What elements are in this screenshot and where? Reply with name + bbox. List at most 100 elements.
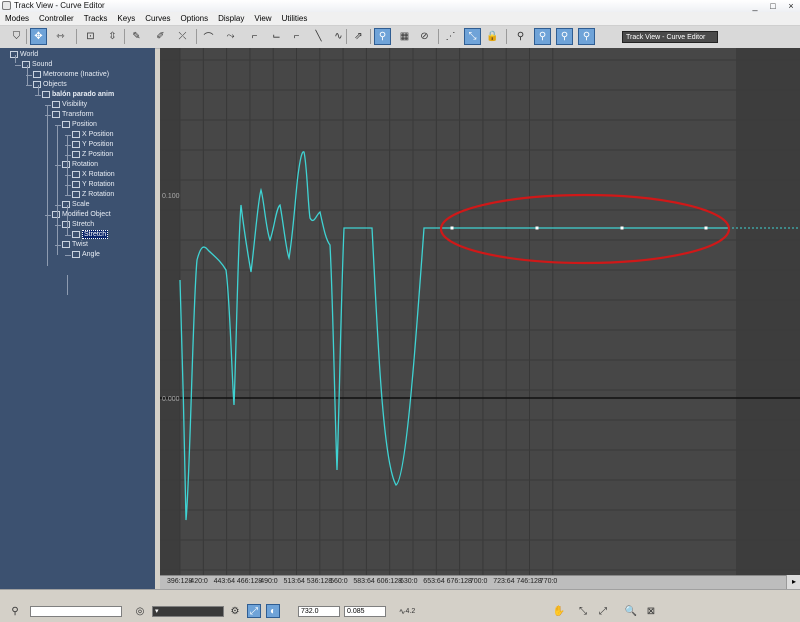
tree-item[interactable]: Twist [62,240,88,250]
ruler-tick-label: 443:64 [213,578,236,585]
menu-view[interactable]: View [249,12,276,25]
tree-item[interactable]: Z Rotation [72,190,114,200]
slide-keys-icon[interactable]: ⇿ [52,28,69,45]
zoom-horizontal-extents-icon[interactable]: ⤡ [576,604,590,618]
tree-item[interactable]: Z Position [72,150,113,160]
lock-tangents-icon[interactable]: 🔒 [484,28,501,45]
show-all-tangents-icon[interactable]: ⤡ [464,28,481,45]
track-icon [52,100,60,108]
close-button[interactable]: × [782,0,800,12]
maximize-button[interactable]: □ [764,0,782,12]
tree-item[interactable]: Modified Object [52,210,111,220]
filter-icon[interactable]: ⛉ [8,28,25,45]
lock-selection-icon[interactable]: ⊘ [416,28,433,45]
menu-utilities[interactable]: Utilities [277,12,313,25]
menu-display[interactable]: Display [213,12,249,25]
minimize-button[interactable]: _ [746,0,764,12]
toolbar-separator [506,29,507,44]
zoom-value-icon[interactable]: ∿ 4.2 [396,604,418,618]
menu-tracks[interactable]: Tracks [79,12,113,25]
scale-values-icon[interactable]: ⇳ [104,28,121,45]
tangent-smooth-icon[interactable]: ∿ [330,28,347,45]
parameter-out-of-range-icon[interactable]: ⇗ [350,28,367,45]
selection-dropdown[interactable]: ▾ [152,606,224,617]
value-field[interactable]: 0.085 [344,606,386,617]
reduce-keys-icon[interactable]: ⤫ [174,28,191,45]
ruler-tick-label: 653:64 [423,578,445,585]
zoom-value-extents-icon[interactable]: ⤢ [596,604,610,618]
menu-keys[interactable]: Keys [112,12,140,25]
add-keys-icon[interactable]: ✎ [128,28,145,45]
tangent-slow-icon[interactable]: ⌙ [268,28,285,45]
ruler-tick-label: 606:128 [376,578,402,585]
ruler-tick-label: 490:0 [260,578,278,585]
tree-connector [65,175,71,176]
tree-item-label: Rotation [72,161,99,168]
tree-item[interactable]: Metronome (Inactive) [33,70,109,80]
tree-connector [45,215,51,216]
zoom-region-icon[interactable]: ⊠ [644,604,658,618]
show-curve-icon[interactable]: ◐ [266,604,280,618]
track-view-name-field[interactable]: Track View - Curve Editor [622,31,718,43]
tree-connector [65,235,71,236]
move-keys-icon[interactable]: ✥ [30,28,47,45]
track-icon [72,180,80,188]
track-icon [62,220,70,228]
pan-icon[interactable]: ✋ [552,604,566,618]
tree-item-label: Stretch [82,230,109,239]
menu-curves[interactable]: Curves [140,12,175,25]
tree-item[interactable]: Y Position [72,140,113,150]
curve-canvas[interactable]: 0.100 0.000 [160,48,800,575]
ruler-scroll-right[interactable]: ▸ [786,575,800,589]
tangent-step-icon[interactable]: ⌐ [288,28,305,45]
snap-icon[interactable]: ⚙ [228,604,242,618]
menu-modes[interactable]: Modes [0,12,34,25]
draw-curves-icon[interactable]: ✐ [152,28,169,45]
toolbar-separator [26,29,27,44]
scale-keys-icon[interactable]: ⊡ [82,28,99,45]
tree-connector [38,85,39,95]
tree-item[interactable]: Y Rotation [72,180,115,190]
tree-item[interactable]: Transform [52,110,94,120]
tree-item[interactable]: balón parado anim [42,90,114,100]
tree-connector [35,95,41,96]
tree-connector [67,205,68,235]
tangent-custom-icon[interactable]: ⤳ [222,28,239,45]
biped-icon-3[interactable]: ⚲ [556,28,573,45]
tangent-auto-icon[interactable]: ⌒ [200,28,217,45]
tree-item[interactable]: Stretch [72,230,109,240]
time-ruler[interactable]: 396:128 420:0 443:64 466:128 490:0 513:64 536:… [160,575,786,590]
track-icon [10,50,18,58]
tree-item-label: Z Position [82,151,114,158]
track-icon [33,80,41,88]
biped-icon-1[interactable]: ⚲ [512,28,529,45]
zoom-icon[interactable]: 🔍 [624,604,638,618]
track-search-field[interactable] [30,606,122,617]
y-label-zero: 0.000 [162,396,180,403]
tree-item[interactable]: Angle [72,250,100,260]
inactive-range-right [736,48,800,575]
snap-frames-icon[interactable]: ⋰ [442,28,459,45]
isolate-icon[interactable]: ◎ [133,604,147,618]
show-keyable-icon[interactable]: ⚲ [374,28,391,45]
track-icon [52,110,60,118]
tree-item[interactable]: Visibility [52,100,87,110]
menu-options[interactable]: Options [176,12,214,25]
tangent-fast-icon[interactable]: ⌐ [246,28,263,45]
inactive-range-left [160,48,180,575]
curve-graph[interactable]: 0.100 0.000 [160,48,800,575]
filter-icon[interactable]: ⚲ [8,604,22,618]
biped-icon-4[interactable]: ⚲ [578,28,595,45]
key-mode-icon[interactable]: ⤢ [247,604,261,618]
biped-icon-2[interactable]: ⚲ [534,28,551,45]
tree-item[interactable]: X Position [72,130,114,140]
frame-field[interactable]: 732.0 [298,606,340,617]
curve-key [704,226,708,230]
toolbar-separator [196,29,197,44]
tangent-linear-icon[interactable]: ╲ [310,28,327,45]
menu-controller[interactable]: Controller [34,12,79,25]
show-tangents-icon[interactable]: ▦ [396,28,413,45]
tree-item[interactable]: X Rotation [72,170,115,180]
tree-item[interactable]: Position [62,120,97,130]
ruler-tick-label: 746:128 [516,578,542,585]
